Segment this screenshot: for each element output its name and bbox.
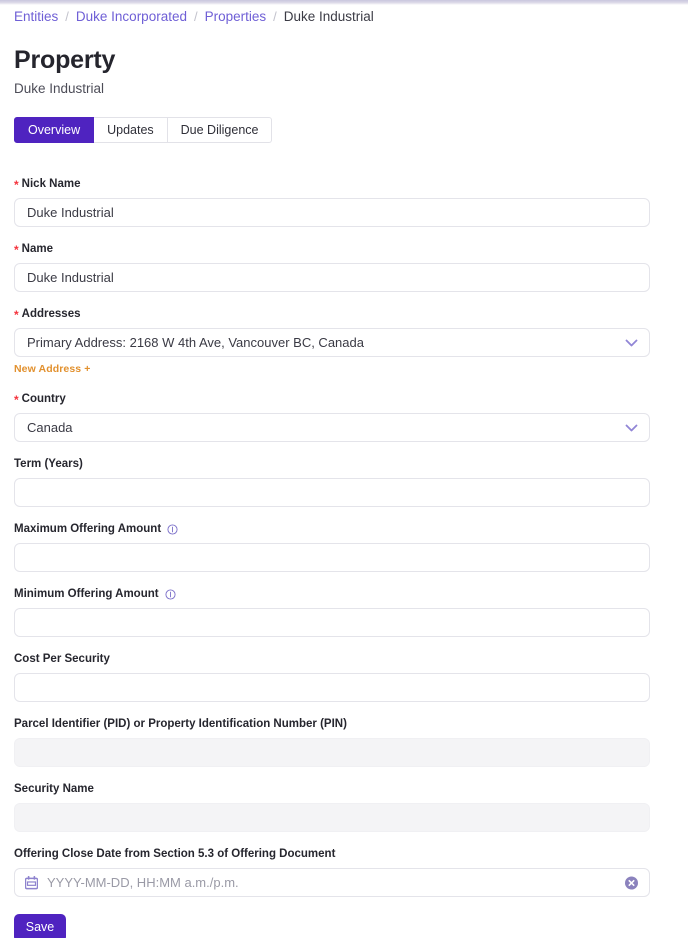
field-value-country: Canada — [27, 420, 73, 435]
field-label-name: * Name — [14, 242, 674, 256]
field-value-offering-close-date-from-section-5-3-of-offe: YYYY-MM-DD, HH:MM a.m./p.m. — [47, 875, 239, 890]
breadcrumb-item-duke-incorporated[interactable]: Duke Incorporated — [76, 7, 187, 27]
breadcrumb-item-entities[interactable]: Entities — [14, 7, 58, 27]
tab-bar: Overview Updates Due Diligence — [14, 117, 674, 143]
label-text: Cost Per Security — [14, 653, 110, 665]
field-label-cost-per-security: Cost Per Security — [14, 652, 674, 666]
info-icon[interactable] — [165, 588, 176, 600]
input-security-name — [14, 803, 650, 832]
field-label-country: * Country — [14, 392, 674, 406]
field-value-addresses: Primary Address: 2168 W 4th Ave, Vancouv… — [27, 335, 364, 350]
tab-due-diligence[interactable]: Due Diligence — [167, 117, 273, 143]
tab-overview[interactable]: Overview — [14, 117, 95, 143]
field-label-minimum-offering-amount: Minimum Offering Amount — [14, 587, 674, 601]
field-minimum-offering-amount: Minimum Offering Amount — [14, 587, 674, 637]
breadcrumb-separator: / — [273, 9, 277, 24]
input-maximum-offering-amount[interactable] — [14, 543, 650, 572]
label-text: Nick Name — [21, 178, 81, 190]
label-text: Maximum Offering Amount — [14, 523, 162, 535]
select-country[interactable]: Canada — [14, 413, 650, 442]
field-country: * Country Canada — [14, 392, 674, 442]
field-name: * Name Duke Industrial — [14, 242, 674, 292]
info-icon[interactable] — [167, 523, 178, 535]
tab-updates[interactable]: Updates — [94, 117, 168, 143]
page-subtitle: Duke Industrial — [14, 81, 105, 96]
field-cost-per-security: Cost Per Security — [14, 652, 674, 702]
field-addresses: * Addresses Primary Address: 2168 W 4th Av… — [14, 307, 674, 377]
field-security-name: Security Name — [14, 782, 674, 832]
required-asterisk: * — [14, 393, 19, 407]
required-asterisk: * — [14, 178, 19, 192]
chevron-down-icon[interactable] — [625, 423, 638, 432]
field-label-maximum-offering-amount: Maximum Offering Amount — [14, 522, 674, 536]
field-label-addresses: * Addresses — [14, 307, 674, 321]
label-text: Minimum Offering Amount — [14, 588, 159, 600]
field-maximum-offering-amount: Maximum Offering Amount — [14, 522, 674, 572]
label-text: Name — [21, 243, 53, 255]
field-label-offering-close-date-from-section-5-3-of-offe: Offering Close Date from Section 5.3 of … — [14, 847, 674, 861]
field-label-security-name: Security Name — [14, 782, 674, 796]
label-text: Country — [21, 393, 66, 405]
label-text: Offering Close Date from Section 5.3 of … — [14, 848, 336, 860]
field-nick-name: * Nick Name Duke Industrial — [14, 177, 674, 227]
breadcrumb-item-duke-industrial: Duke Industrial — [283, 9, 374, 24]
field-value-name: Duke Industrial — [27, 270, 114, 285]
label-text: Term (Years) — [14, 458, 83, 470]
breadcrumb: Entities / Duke Incorporated / Properties / Du… — [14, 6, 674, 28]
required-asterisk: * — [14, 308, 19, 322]
page-title: Property — [14, 46, 116, 74]
input-nick-name[interactable]: Duke Industrial — [14, 198, 650, 227]
label-text: Addresses — [21, 308, 81, 320]
breadcrumb-separator: / — [193, 9, 198, 24]
input-cost-per-security[interactable] — [14, 673, 650, 702]
breadcrumb-separator: / — [65, 9, 69, 24]
required-asterisk: * — [14, 243, 19, 257]
new-address-link[interactable]: New Address + — [14, 363, 90, 375]
input-term-years[interactable] — [14, 478, 650, 507]
save-button[interactable]: Save — [14, 914, 66, 938]
field-label-nick-name: * Nick Name — [14, 177, 674, 191]
label-text: Parcel Identifier (PID) or Property Iden… — [14, 718, 347, 730]
input-minimum-offering-amount[interactable] — [14, 608, 650, 637]
field-term-years: Term (Years) — [14, 457, 674, 507]
property-form: * Nick Name Duke Industrial * Name Duke Indus… — [14, 177, 674, 897]
input-parcel-identifier-pid-or-property-identifica — [14, 738, 650, 767]
select-addresses[interactable]: Primary Address: 2168 W 4th Ave, Vancouv… — [14, 328, 650, 357]
calendar-icon[interactable] — [25, 875, 38, 890]
label-text: Security Name — [14, 783, 94, 795]
field-offering-close-date-from-section-5-3-of-offe: Offering Close Date from Section 5.3 of … — [14, 847, 674, 897]
field-label-parcel-identifier-pid-or-property-identifica: Parcel Identifier (PID) or Property Iden… — [14, 717, 674, 731]
field-label-term-years: Term (Years) — [14, 457, 674, 471]
field-parcel-identifier-pid-or-property-identifica: Parcel Identifier (PID) or Property Iden… — [14, 717, 674, 767]
chevron-down-icon[interactable] — [625, 338, 638, 347]
property-page: Entities / Duke Incorporated / Properties / Du… — [0, 0, 688, 938]
field-value-nick-name: Duke Industrial — [27, 205, 114, 220]
breadcrumb-item-properties[interactable]: Properties — [205, 7, 267, 27]
clear-date-icon[interactable] — [625, 876, 638, 889]
input-name[interactable]: Duke Industrial — [14, 263, 650, 292]
input-offering-close-date-from-section-5-3-of-offe[interactable]: YYYY-MM-DD, HH:MM a.m./p.m. — [14, 868, 650, 897]
